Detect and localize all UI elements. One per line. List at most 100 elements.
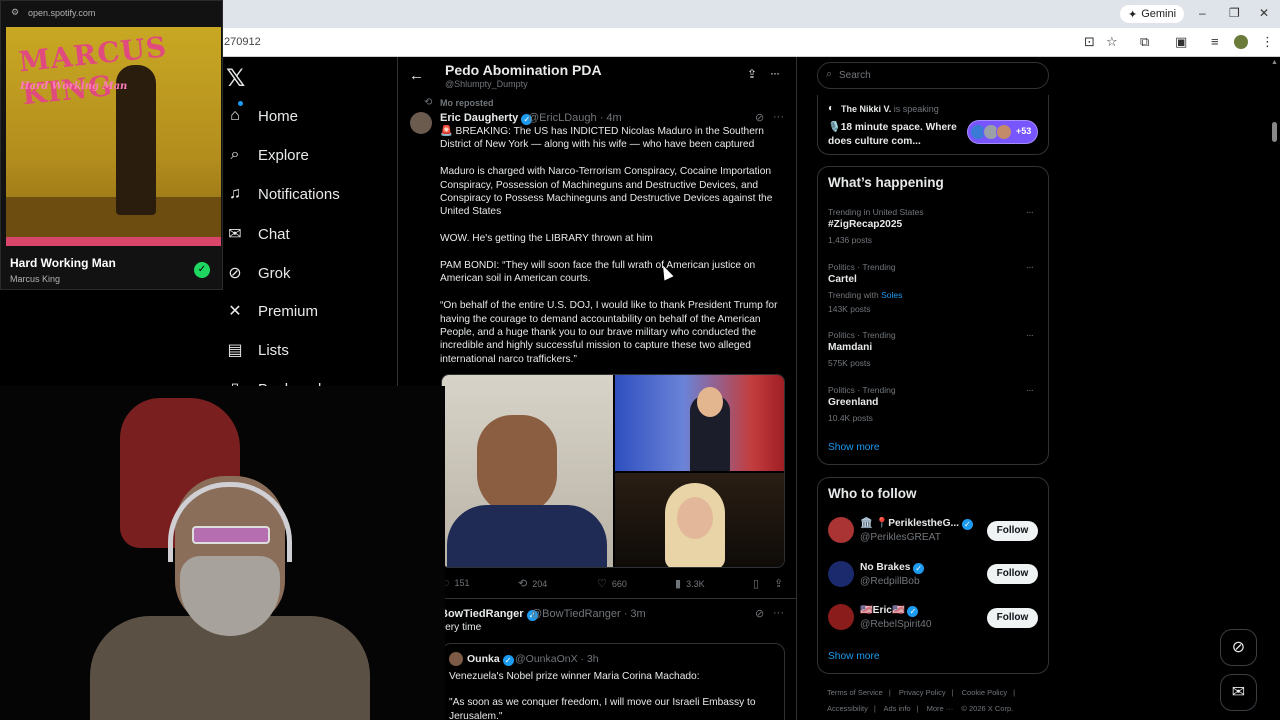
- follow-suggestion-handle[interactable]: @RedpillBob: [860, 576, 920, 587]
- menu-icon[interactable]: ⋮: [1261, 34, 1274, 50]
- nav-notifications[interactable]: ♫ Notifications: [226, 185, 340, 203]
- scroll-up-icon[interactable]: ▲: [1271, 59, 1278, 66]
- follow-button[interactable]: Follow: [987, 521, 1038, 541]
- nav-home[interactable]: ⌂ Home: [226, 107, 298, 125]
- follow-suggestion-handle[interactable]: @RebelSpirit40: [860, 619, 932, 630]
- footer-separator: |: [916, 704, 919, 713]
- reply-button[interactable]: ◌ 151: [443, 577, 470, 589]
- divider: [398, 598, 796, 599]
- extensions-icon[interactable]: ⧉: [1140, 34, 1149, 50]
- track-artist[interactable]: Marcus King: [10, 274, 60, 284]
- more-icon[interactable]: ···: [773, 111, 784, 123]
- trend-more-icon[interactable]: ···: [1026, 385, 1034, 396]
- nav-grok[interactable]: ⊘ Grok: [226, 263, 290, 283]
- views-button[interactable]: ▮ 3.3K: [675, 577, 705, 590]
- saved-check-icon[interactable]: ✓: [194, 262, 210, 278]
- siren-icon: 🚨: [440, 126, 453, 137]
- grok-icon[interactable]: ⊘: [755, 111, 764, 124]
- back-arrow-icon[interactable]: ←: [409, 67, 424, 84]
- follow-suggestion-handle[interactable]: @PeriklesGREAT: [860, 532, 941, 543]
- footer-link[interactable]: Accessibility: [827, 704, 868, 713]
- bookmark-button[interactable]: ▯: [753, 577, 759, 590]
- sidepanel-icon[interactable]: ▣: [1175, 34, 1187, 50]
- album-art[interactable]: MARCUS KING Hard Working Man: [6, 27, 221, 246]
- home-icon: ⌂: [230, 107, 240, 124]
- site-settings-icon[interactable]: ⚙: [11, 7, 19, 18]
- mail-icon: ✉: [1231, 684, 1246, 701]
- who-to-follow-show-more[interactable]: Show more: [828, 651, 880, 662]
- author-handle[interactable]: @BowTiedRanger · 3m: [531, 608, 646, 620]
- share-icon[interactable]: ⇪: [747, 67, 757, 81]
- close-button[interactable]: ✕: [1259, 6, 1269, 20]
- avatar[interactable]: [410, 112, 432, 134]
- album-art-strip: [6, 237, 221, 246]
- nav-chat[interactable]: ✉ Chat: [226, 224, 289, 244]
- avatar[interactable]: [828, 604, 854, 630]
- space-host: The Nikki V. is speaking: [841, 104, 939, 114]
- nav-lists[interactable]: ▤ Lists: [226, 340, 288, 360]
- track-title[interactable]: Hard Working Man: [10, 256, 116, 270]
- spotify-mini-player[interactable]: ⚙ open.spotify.com MARCUS KING Hard Work…: [0, 0, 223, 290]
- trend-name[interactable]: Mamdani: [828, 342, 872, 353]
- search-placeholder[interactable]: Search: [839, 70, 871, 81]
- quote-author-name[interactable]: Ounka ✓: [467, 653, 514, 666]
- avatar[interactable]: [449, 652, 463, 666]
- footer-separator: |: [888, 688, 891, 697]
- trend-name[interactable]: Greenland: [828, 397, 878, 408]
- x-logo-icon[interactable]: 𝕏: [226, 64, 245, 93]
- trend-more-icon[interactable]: ···: [1026, 262, 1034, 273]
- photo-subject-body: [447, 505, 607, 567]
- media-photo-2[interactable]: [615, 375, 784, 471]
- trend-more-icon[interactable]: ···: [1026, 207, 1034, 218]
- media-photo-3[interactable]: [615, 473, 784, 567]
- more-icon[interactable]: ···: [773, 607, 784, 619]
- follow-button[interactable]: Follow: [987, 608, 1038, 628]
- photo-subject: [477, 415, 557, 515]
- media-photo-1[interactable]: [442, 375, 613, 567]
- url-text[interactable]: 270912: [224, 36, 261, 48]
- tweet-media-grid[interactable]: [441, 374, 785, 568]
- more-icon[interactable]: ···: [770, 66, 780, 80]
- nav-premium[interactable]: ✕ Premium: [226, 301, 318, 321]
- trend-name[interactable]: Cartel: [828, 274, 857, 285]
- profile-avatar[interactable]: [1234, 35, 1248, 49]
- avatar[interactable]: [828, 517, 854, 543]
- follow-button[interactable]: Follow: [987, 564, 1038, 584]
- grok-floating-button[interactable]: ⊘: [1220, 629, 1257, 666]
- quote-author-handle[interactable]: @OunkaOnX · 3h: [515, 653, 599, 665]
- follow-suggestion-name[interactable]: 🏛️ 📍PeriklestheG... ✓: [860, 518, 973, 530]
- trend-more-icon[interactable]: ···: [1026, 330, 1034, 341]
- scrollbar[interactable]: [1269, 57, 1280, 720]
- restore-button[interactable]: ❐: [1229, 6, 1240, 20]
- footer-links-row-1: Terms of Service | Privacy Policy | Cookie…: [827, 688, 1047, 697]
- footer-link[interactable]: Cookie Policy: [962, 688, 1007, 697]
- nav-explore[interactable]: ⌕ Explore: [226, 146, 309, 164]
- install-icon[interactable]: ⊡: [1084, 34, 1095, 50]
- footer-link[interactable]: Privacy Policy: [899, 688, 946, 697]
- gemini-button[interactable]: ✦ Gemini: [1120, 5, 1185, 23]
- photo-subject: [677, 497, 713, 539]
- grok-icon[interactable]: ⊘: [755, 607, 764, 620]
- footer-link[interactable]: More ···: [927, 704, 954, 713]
- page-handle: @Shlumpty_Dumpty: [445, 79, 528, 89]
- scrollbar-thumb[interactable]: [1272, 122, 1277, 142]
- follow-suggestion-name[interactable]: No Brakes ✓: [860, 562, 925, 574]
- trend-name[interactable]: #ZigRecap2025: [828, 219, 902, 230]
- repost-button[interactable]: ⟲ 204: [518, 577, 547, 590]
- author-name[interactable]: Eric Daugherty ✓: [440, 112, 533, 125]
- media-icon[interactable]: ≡: [1211, 34, 1219, 49]
- minimize-button[interactable]: –: [1199, 6, 1206, 20]
- follow-suggestion-name[interactable]: 🇺🇸Eric🇺🇸 ✓: [860, 605, 919, 617]
- footer-link[interactable]: Ads info: [883, 704, 910, 713]
- space-title[interactable]: 🎙️18 minute space. Where does culture co…: [828, 121, 963, 148]
- tweet-paragraph: PAM BONDI: “They will soon face the full…: [440, 260, 756, 285]
- footer-link[interactable]: Terms of Service: [827, 688, 883, 697]
- like-button[interactable]: ♡ 660: [597, 577, 627, 590]
- avatar[interactable]: [828, 561, 854, 587]
- star-icon[interactable]: ☆: [1106, 34, 1118, 50]
- trends-show-more[interactable]: Show more: [828, 442, 880, 453]
- messages-floating-button[interactable]: ✉: [1220, 674, 1257, 711]
- author-name[interactable]: BowTiedRanger ✓: [440, 608, 538, 621]
- share-button[interactable]: ⇪: [774, 577, 783, 590]
- author-handle[interactable]: @EricLDaugh · 4m: [528, 112, 622, 124]
